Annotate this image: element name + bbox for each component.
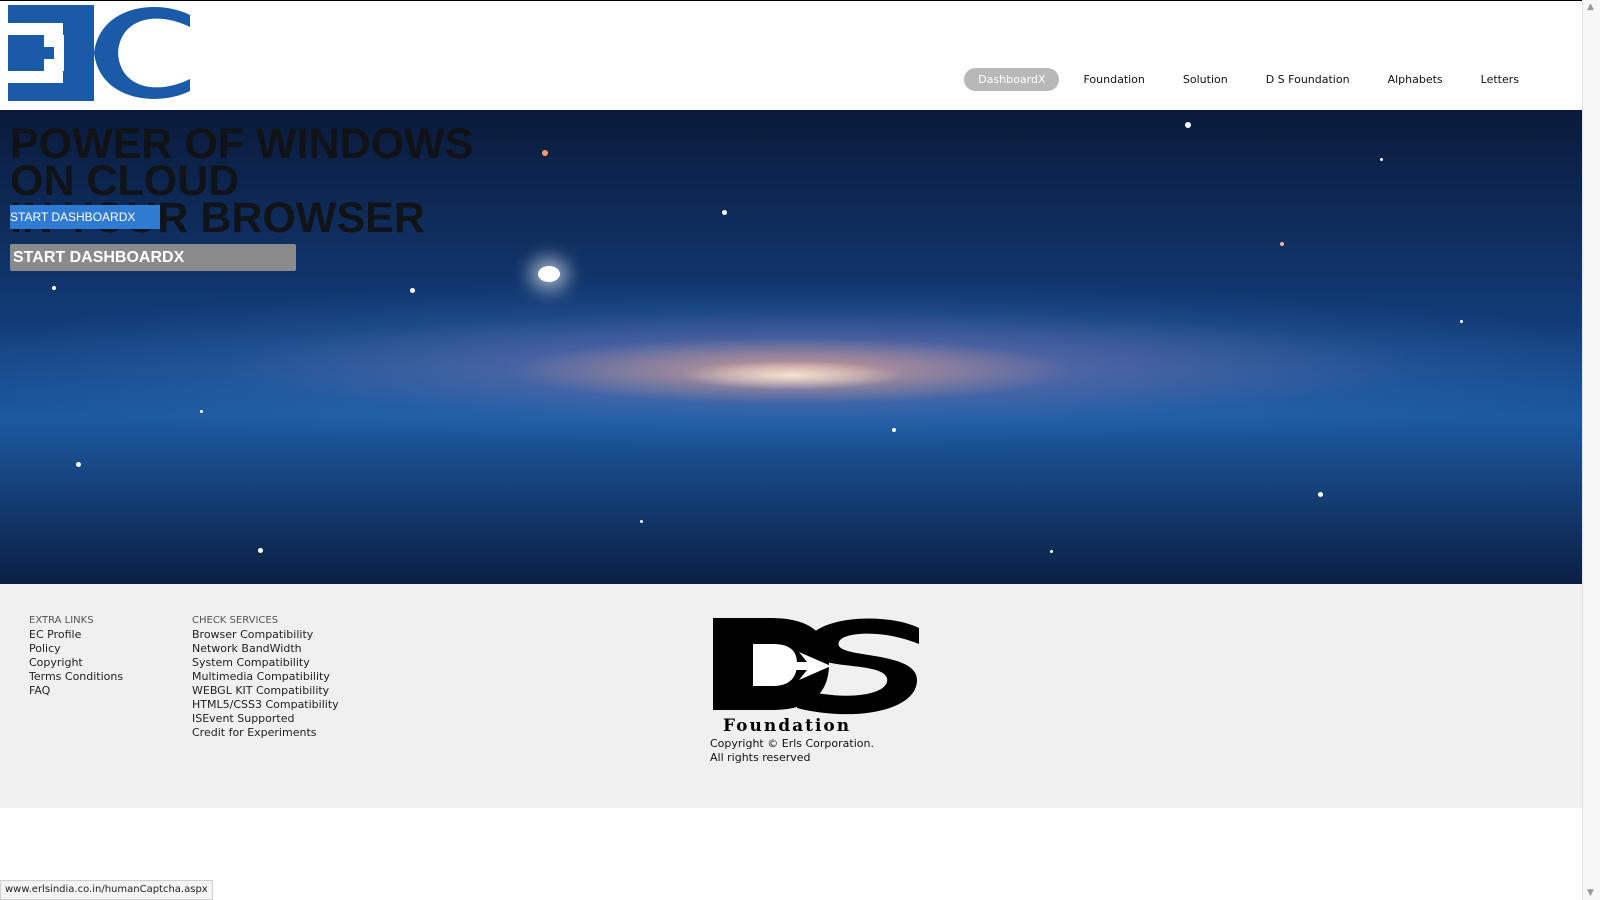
browser-status-bar: www.erlsindia.co.in/humanCaptcha.aspx [0,880,213,900]
ds-foundation-logo: Foundation [713,618,919,734]
star [722,210,727,215]
star [200,410,203,413]
main-nav: DashboardX Foundation Solution D S Found… [954,67,1533,91]
footer-link-webgl-compat[interactable]: WEBGL KIT Compatibility [192,684,339,698]
copyright-line: All rights reserved [710,751,811,764]
footer-link-isevent[interactable]: ISEvent Supported [192,712,339,726]
footer-link-credit-experiments[interactable]: Credit for Experiments [192,726,339,740]
star [1318,492,1323,497]
star [640,520,643,523]
nav-item-dashboardx[interactable]: DashboardX [964,67,1060,91]
ds-logo-text: Foundation [723,716,851,734]
nav-item-ds-foundation[interactable]: D S Foundation [1252,68,1364,91]
star [1380,158,1383,161]
star [538,266,560,282]
footer-link-multimedia-compat[interactable]: Multimedia Compatibility [192,670,339,684]
star [258,548,263,553]
extra-links-title: EXTRA LINKS [29,615,94,626]
extra-links-column: EXTRA LINKS EC Profile Policy Copyright … [29,614,123,698]
start-dashboardx-button-small[interactable]: START DASHBOARDX [10,205,160,229]
nav-item-letters[interactable]: Letters [1467,68,1533,91]
copyright-text: Copyright © Erls Corporation. All rights… [710,737,874,765]
start-dashboardx-button[interactable]: START DASHBOARDX [10,244,296,271]
header: DashboardX Foundation Solution D S Found… [0,1,1583,110]
nav-item-solution[interactable]: Solution [1169,68,1242,91]
star [52,286,56,290]
footer-link-network-bandwidth[interactable]: Network BandWidth [192,642,339,656]
star [892,428,896,432]
vertical-scrollbar[interactable]: ▲ ▼ [1582,0,1600,900]
footer: EXTRA LINKS EC Profile Policy Copyright … [0,584,1583,808]
footer-link-browser-compat[interactable]: Browser Compatibility [192,628,339,642]
nav-item-alphabets[interactable]: Alphabets [1374,68,1457,91]
footer-link-faq[interactable]: FAQ [29,684,123,698]
scroll-down-arrow-icon[interactable]: ▼ [1587,888,1594,898]
star [1280,242,1284,246]
star [542,150,548,156]
check-services-title: CHECK SERVICES [192,615,279,626]
footer-link-copyright[interactable]: Copyright [29,656,123,670]
star [1185,122,1191,128]
footer-link-policy[interactable]: Policy [29,642,123,656]
scroll-up-arrow-icon[interactable]: ▲ [1587,2,1594,12]
star [410,288,415,293]
star [1460,320,1463,323]
hero-banner: POWER OF WINDOWS ON CLOUD IN YOUR BROWSE… [0,110,1583,584]
star [1050,550,1053,553]
footer-link-html5-css3-compat[interactable]: HTML5/CSS3 Compatibility [192,698,339,712]
star [76,462,81,467]
nav-item-foundation[interactable]: Foundation [1069,68,1158,91]
footer-link-ec-profile[interactable]: EC Profile [29,628,123,642]
ec-logo[interactable] [8,5,190,101]
check-services-column: CHECK SERVICES Browser Compatibility Net… [192,614,339,740]
copyright-line: Copyright © Erls Corporation. [710,737,874,750]
footer-link-system-compat[interactable]: System Compatibility [192,656,339,670]
footer-link-terms[interactable]: Terms Conditions [29,670,123,684]
